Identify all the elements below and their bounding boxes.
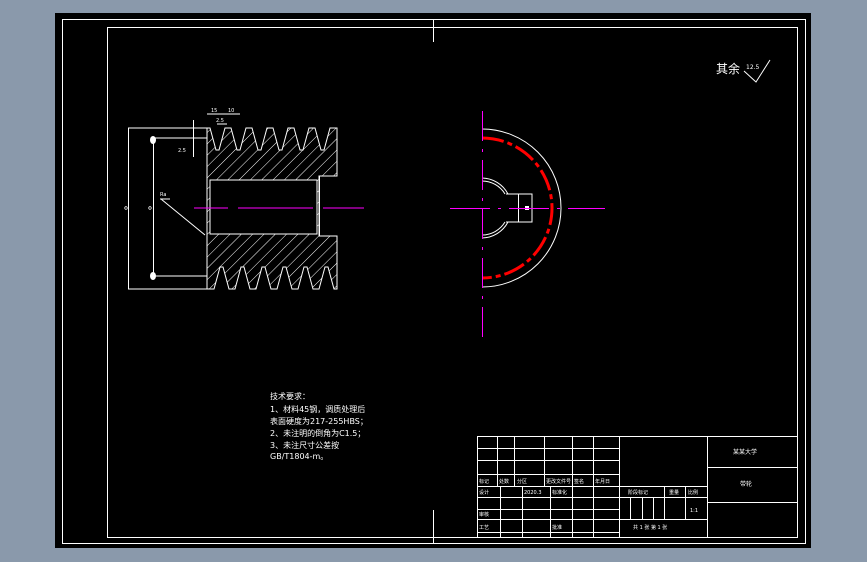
svg-text:Ra: Ra (160, 192, 166, 198)
svg-text:设计: 设计 (479, 489, 489, 496)
svg-text:签名: 签名 (574, 478, 584, 485)
svg-text:2、未注明的倒角为C1.5；: 2、未注明的倒角为C1.5； (270, 428, 365, 438)
svg-text:10: 10 (228, 108, 234, 114)
svg-text:其余: 其余 (716, 61, 740, 76)
svg-text:带轮: 带轮 (740, 480, 752, 488)
svg-text:2.5: 2.5 (216, 118, 224, 124)
cad-drawing-canvas[interactable]: 其余 12.5 Φ Φ Ra 15 10 2.5 2.5 技术要求： 1、材料4… (0, 0, 867, 562)
svg-text:12.5: 12.5 (746, 64, 760, 71)
bore (209, 179, 318, 235)
svg-text:工艺: 工艺 (479, 525, 489, 531)
svg-text:2020.3: 2020.3 (524, 490, 542, 496)
svg-text:年月日: 年月日 (595, 478, 610, 485)
svg-text:表面硬度为217-255HBS；: 表面硬度为217-255HBS； (270, 416, 368, 426)
svg-text:处数: 处数 (499, 478, 509, 485)
svg-text:3、未注尺寸公差按: 3、未注尺寸公差按 (270, 440, 339, 450)
svg-text:技术要求：: 技术要求： (270, 391, 310, 401)
svg-text:比例: 比例 (688, 489, 698, 496)
svg-text:2.5: 2.5 (178, 148, 186, 154)
svg-text:1、材料45钢，调质处理后: 1、材料45钢，调质处理后 (270, 404, 365, 414)
svg-text:Φ: Φ (124, 206, 128, 212)
svg-text:阶段标记: 阶段标记 (628, 489, 648, 496)
svg-text:1:1: 1:1 (690, 508, 698, 514)
svg-text:GB/T1804-m。: GB/T1804-m。 (270, 452, 328, 461)
svg-text:共 1 张 第 1 张: 共 1 张 第 1 张 (633, 524, 667, 531)
svg-text:分区: 分区 (517, 478, 527, 485)
svg-text:更改文件号: 更改文件号 (546, 478, 571, 485)
svg-text:审核: 审核 (479, 511, 489, 518)
svg-text:Φ: Φ (148, 206, 152, 212)
svg-text:标准化: 标准化 (552, 489, 567, 496)
paper (55, 13, 811, 548)
svg-text:某某大学: 某某大学 (733, 448, 757, 456)
svg-text:15: 15 (211, 108, 217, 114)
svg-text:标记: 标记 (479, 478, 489, 485)
svg-text:批准: 批准 (552, 524, 562, 531)
svg-text:重量: 重量 (669, 489, 679, 496)
